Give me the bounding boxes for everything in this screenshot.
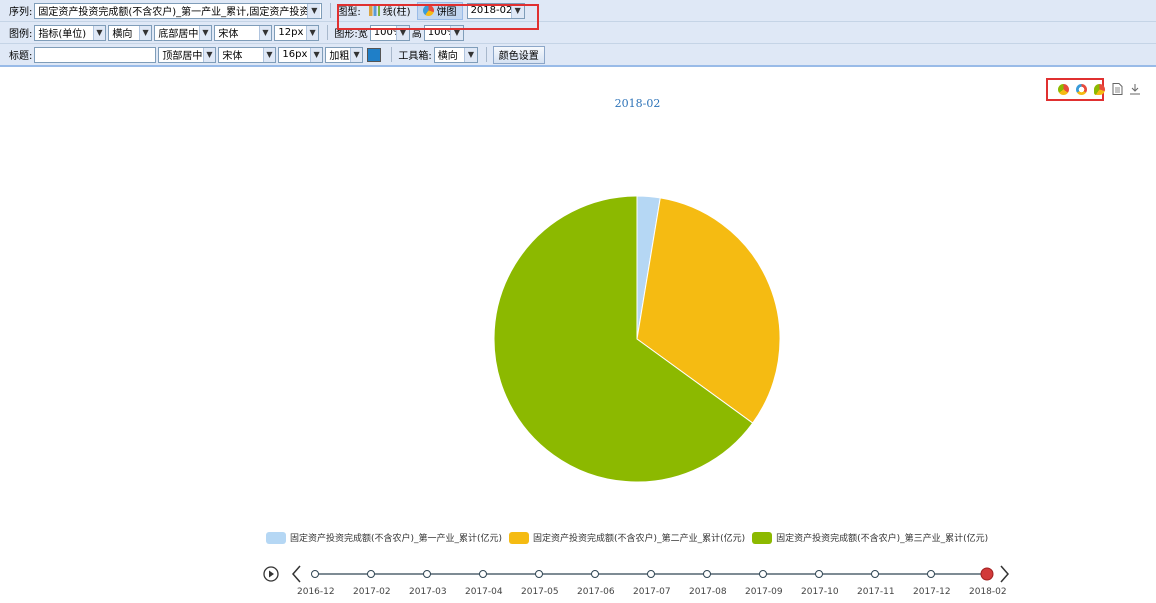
title-size-select[interactable]: 16px ▼ (278, 46, 324, 63)
timeline-point[interactable] (815, 570, 823, 578)
legend-swatch (752, 531, 773, 544)
chevron-down-icon: ▼ (258, 25, 272, 40)
timeline: 2016-12 2017-02 2017-03 2017-04 2017-05 2017-… (260, 560, 1020, 600)
series-label: 序列: (9, 7, 33, 18)
pie-chart-icon[interactable] (1057, 83, 1069, 95)
chevron-down-icon: ▼ (202, 47, 216, 62)
title-color-swatch[interactable] (367, 47, 382, 62)
title-input[interactable] (34, 46, 157, 63)
timeline-point[interactable] (871, 570, 879, 578)
timeline-label[interactable]: 2017-12 (913, 587, 951, 597)
divider (391, 47, 393, 62)
chevron-down-icon: ▼ (262, 47, 276, 62)
toolbox-label: 工具箱: (398, 51, 432, 62)
timeline-label[interactable]: 2017-11 (857, 587, 895, 597)
pie-slice-3[interactable] (493, 195, 754, 483)
toolbar-row-series: 序列: 固定资产投资完成额(不含农户)_第一产业_累计,固定资产投资完成 ▼ 图… (0, 0, 1156, 22)
timeline-label[interactable]: 2017-06 (577, 587, 615, 597)
timeline-point[interactable] (479, 570, 487, 578)
chart-legend: 固定资产投资完成额(不含农户)_第一产业_累计(亿元) 固定资产投资完成额(不含农… (266, 531, 995, 544)
legend-size-select[interactable]: 12px ▼ (274, 24, 320, 41)
legend-label: 固定资产投资完成额(不含农户)_第三产业_累计(亿元) (776, 534, 989, 544)
title-position-select[interactable]: 顶部居中 ▼ (158, 46, 217, 63)
timeline-label[interactable]: 2017-07 (633, 587, 671, 597)
timeline-label[interactable]: 2017-05 (521, 587, 559, 597)
timeline-point[interactable] (591, 570, 599, 578)
chevron-left-icon[interactable] (292, 565, 301, 583)
chevron-down-icon: ▼ (92, 25, 106, 40)
pie-slice-2[interactable] (636, 197, 781, 424)
legend-item-3[interactable]: 固定资产投资完成额(不含农户)_第三产业_累计(亿元) (752, 531, 988, 544)
chevron-right-icon[interactable] (1000, 565, 1009, 583)
chevron-down-icon: ▼ (349, 47, 363, 62)
legend-item-2[interactable]: 固定资产投资完成额(不含农户)_第二产业_累计(亿元) (509, 531, 745, 544)
timeline-point[interactable] (423, 570, 431, 578)
title-label: 标题: (9, 51, 33, 62)
legend-label: 固定资产投资完成额(不含农户)_第一产业_累计(亿元) (290, 534, 503, 544)
highlight-box-chart-type (337, 4, 539, 30)
legend-swatch (509, 531, 530, 544)
legend-font-select[interactable]: 宋体 ▼ (214, 24, 273, 41)
download-icon[interactable] (1129, 83, 1141, 95)
toolbox-orient-select[interactable]: 横向 ▼ (433, 46, 478, 63)
legend-content-select[interactable]: 指标(单位) ▼ (34, 24, 107, 41)
chevron-down-icon: ▼ (309, 47, 323, 62)
chevron-down-icon: ▼ (305, 25, 319, 40)
chevron-down-icon: ▼ (138, 25, 152, 40)
timeline-point[interactable] (311, 570, 319, 578)
timeline-point[interactable] (759, 570, 767, 578)
color-settings-button[interactable]: 颜色设置 (492, 45, 545, 64)
timeline-label[interactable]: 2017-03 (409, 587, 447, 597)
pie-slice-1[interactable] (636, 195, 661, 340)
chart-title: 2018-02 (614, 97, 661, 110)
toolbar-row-title: 标题: 顶部居中 ▼ 宋体 ▼ 16px ▼ 加粗 ▼ 工具箱: 横向 ▼ 颜色… (0, 44, 1156, 66)
timeline-label[interactable]: 2017-09 (745, 587, 783, 597)
chevron-down-icon: ▼ (307, 3, 321, 18)
chevron-down-icon: ▼ (464, 47, 477, 62)
pie-chart (493, 195, 781, 483)
legend-position-select[interactable]: 底部居中 ▼ (154, 24, 213, 41)
timeline-label[interactable]: 2016-12 (297, 587, 335, 597)
ring-chart-icon[interactable] (1075, 83, 1087, 95)
rose-chart-icon[interactable] (1093, 83, 1105, 95)
legend-label: 图例: (9, 29, 33, 40)
divider (327, 25, 329, 40)
legend-orient-select[interactable]: 横向 ▼ (108, 24, 153, 41)
title-weight-select[interactable]: 加粗 ▼ (325, 46, 364, 63)
chevron-down-icon: ▼ (198, 25, 212, 40)
title-font-select[interactable]: 宋体 ▼ (218, 46, 277, 63)
timeline-label[interactable]: 2017-10 (801, 587, 839, 597)
timeline-label[interactable]: 2018-02 (969, 587, 1007, 597)
toolbar: 序列: 固定资产投资完成额(不含农户)_第一产业_累计,固定资产投资完成 ▼ 图… (0, 0, 1156, 67)
chart-toolbox (1054, 83, 1144, 95)
timeline-point[interactable] (647, 570, 655, 578)
data-view-icon[interactable] (1111, 83, 1123, 95)
legend-item-1[interactable]: 固定资产投资完成额(不含农户)_第一产业_累计(亿元) (266, 531, 502, 544)
timeline-label[interactable]: 2017-04 (465, 587, 503, 597)
timeline-point[interactable] (927, 570, 935, 578)
divider (485, 47, 487, 62)
timeline-point[interactable] (367, 570, 375, 578)
timeline-label[interactable]: 2017-02 (353, 587, 391, 597)
timeline-label[interactable]: 2017-08 (689, 587, 727, 597)
legend-label: 固定资产投资完成额(不含农户)_第二产业_累计(亿元) (533, 534, 746, 544)
timeline-point-selected[interactable] (980, 567, 994, 581)
play-icon[interactable] (263, 566, 279, 582)
timeline-point[interactable] (703, 570, 711, 578)
series-select[interactable]: 固定资产投资完成额(不含农户)_第一产业_累计,固定资产投资完成 ▼ (34, 2, 323, 19)
timeline-point[interactable] (535, 570, 543, 578)
legend-swatch (266, 531, 286, 544)
toolbar-row-legend: 图例: 指标(单位) ▼ 横向 ▼ 底部居中 ▼ 宋体 ▼ 12px ▼ 图形:… (0, 22, 1156, 44)
divider (330, 3, 332, 18)
